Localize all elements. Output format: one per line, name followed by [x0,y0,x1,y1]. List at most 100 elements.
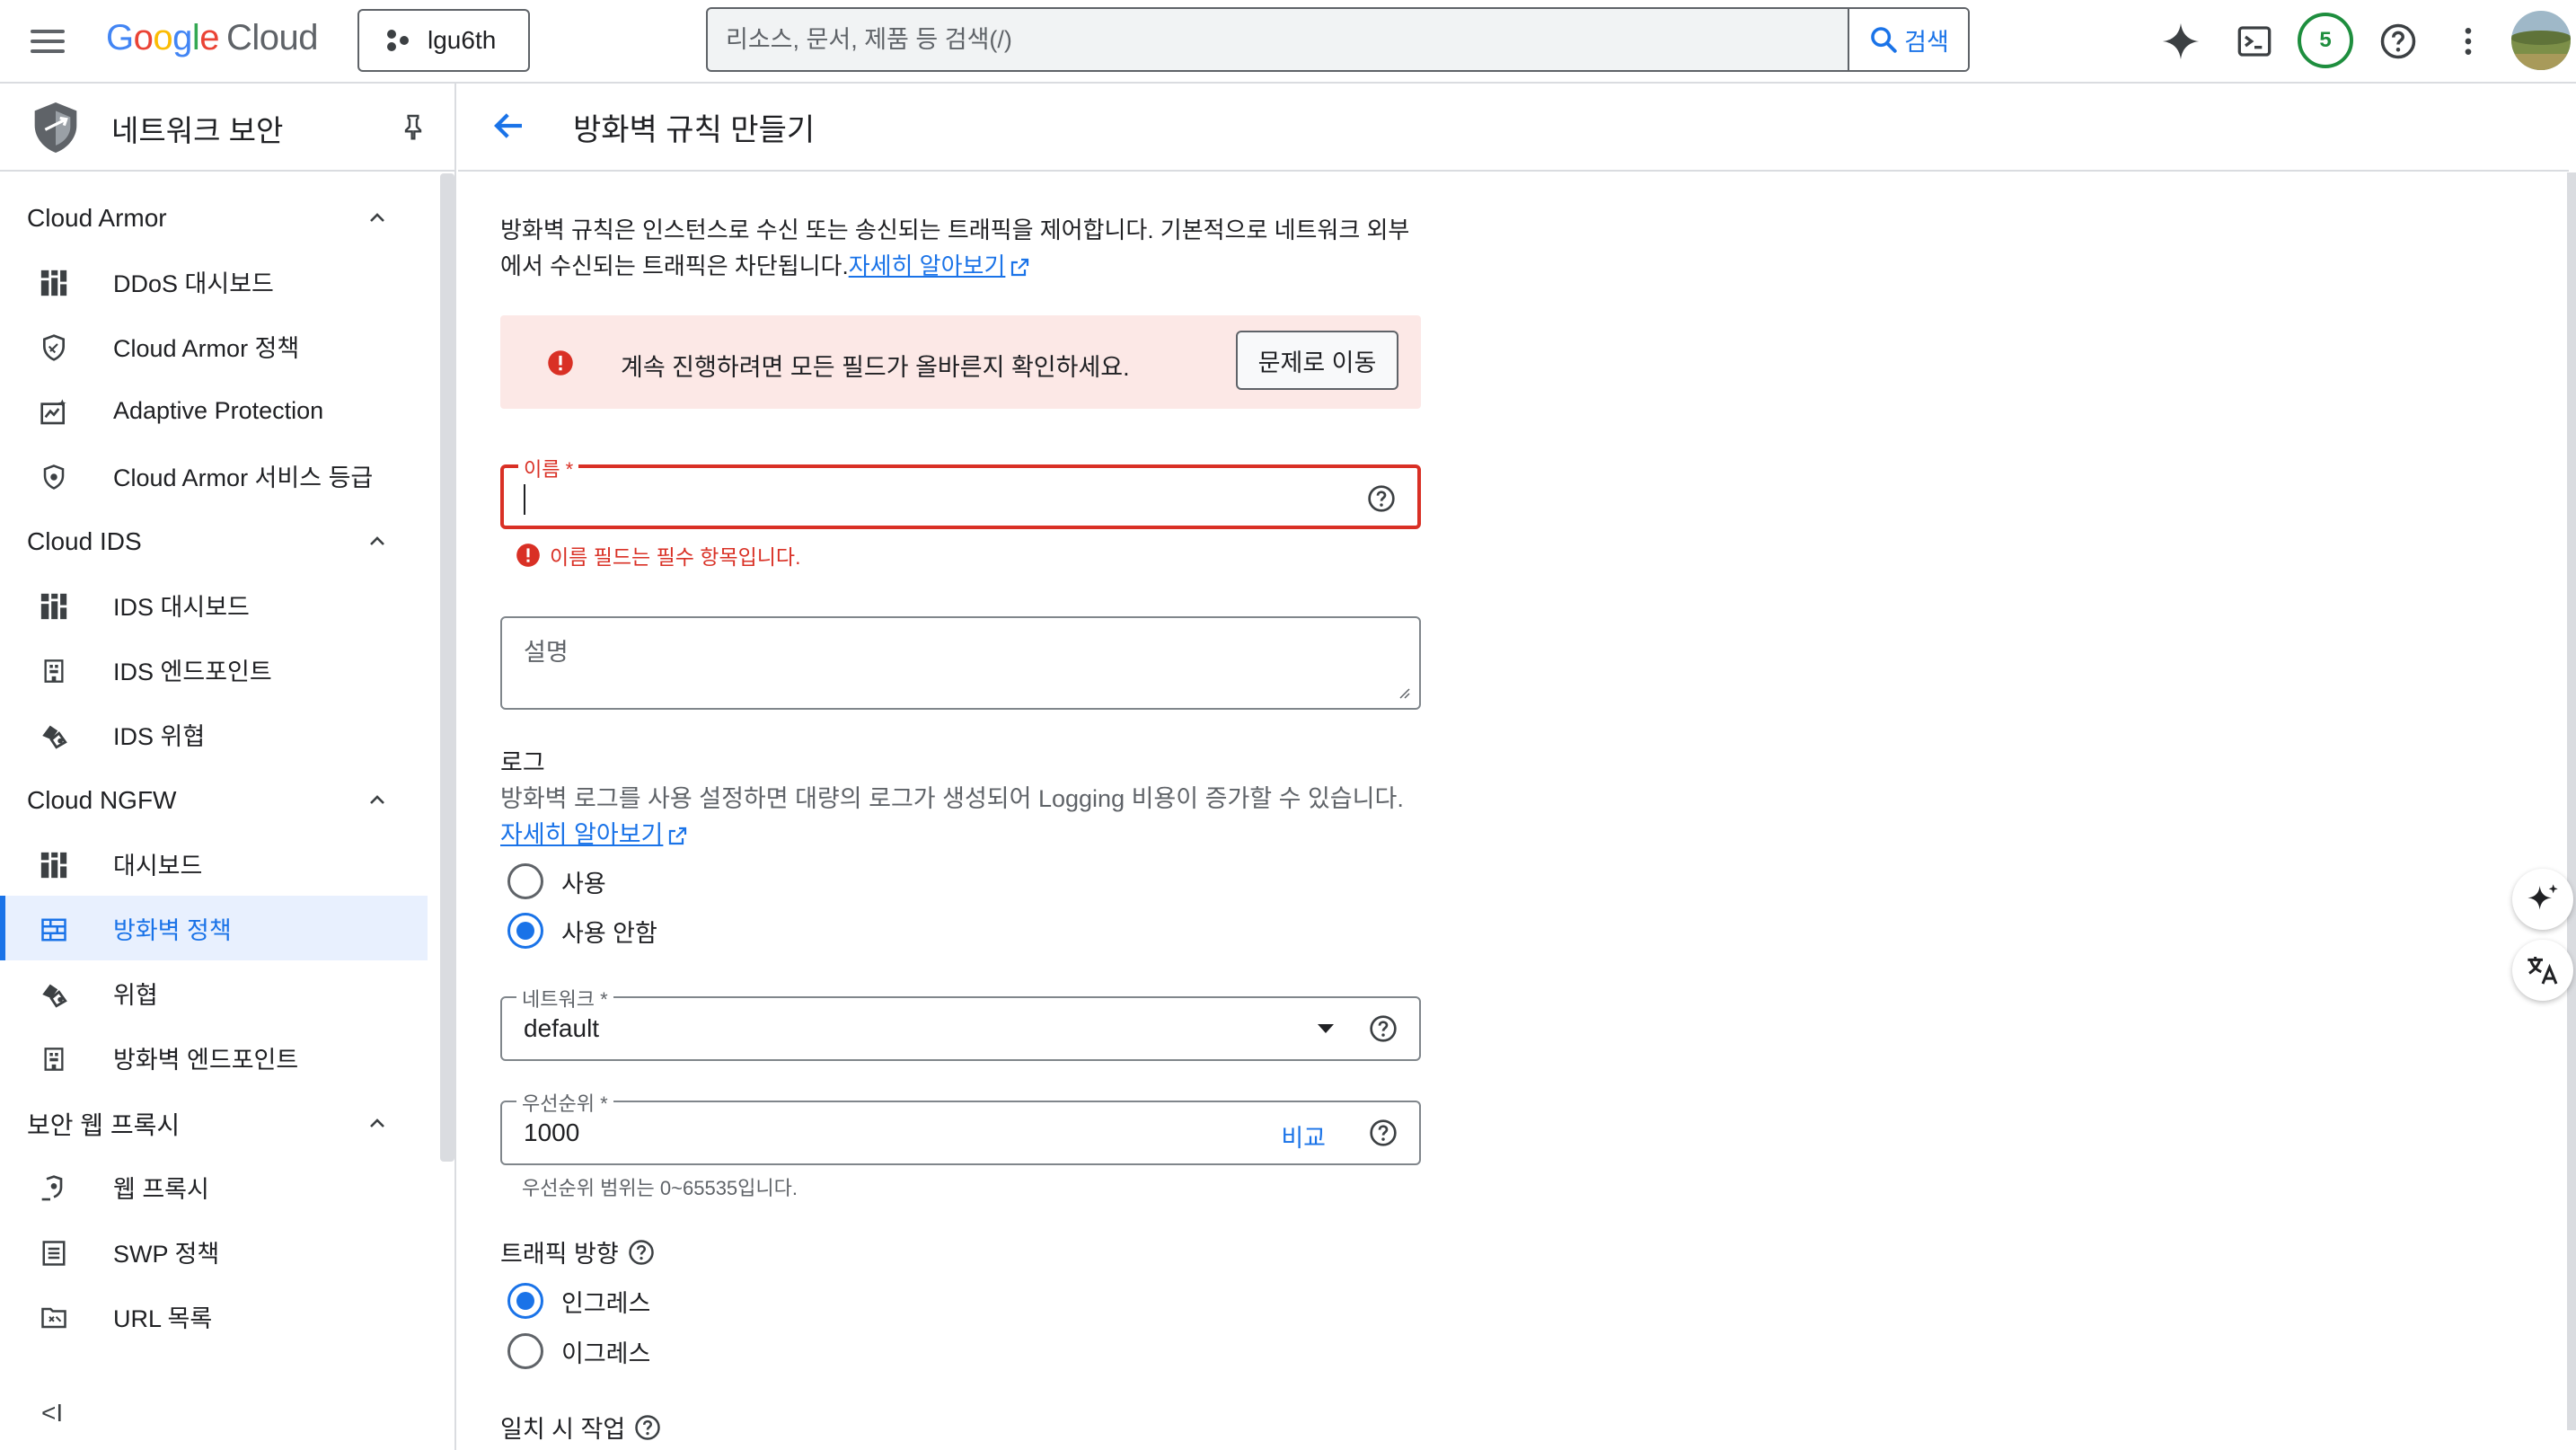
resize-handle-icon[interactable] [1396,685,1410,699]
logs-heading: 로그 [500,749,545,776]
ingress-radio[interactable]: 인그레스 [507,1283,650,1319]
sidebar-item-web-proxy[interactable]: 웹 프록시 [0,1154,428,1219]
sidebar-title: 네트워크 보안 [111,114,284,147]
notifications-badge[interactable]: 5 [2298,13,2353,68]
more-vert-icon[interactable] [2447,20,2490,63]
section-cloud-ngfw[interactable]: Cloud NGFW [0,774,422,827]
sidebar-header: 네트워크 보안 [0,84,454,172]
section-cloud-armor[interactable]: Cloud Armor [0,191,422,245]
help-icon[interactable] [628,1239,655,1266]
tier-icon [38,461,70,493]
translate-icon[interactable] [2512,940,2573,1001]
back-arrow-icon[interactable] [490,107,528,145]
proxy-icon [38,1172,70,1205]
chevron-up-icon [370,795,384,804]
main-scrollbar[interactable] [2567,172,2576,1430]
page-header: 방화벽 규칙 만들기 [458,84,2569,172]
project-picker-button[interactable]: lgu6th [357,9,530,72]
sidebar-item-adaptive-protection[interactable]: Adaptive Protection [0,378,428,443]
dashboard-icon [38,590,70,623]
text-cursor [524,484,525,515]
sidebar: 네트워크 보안 Cloud Armor DDoS 대시보드 Cloud Armo… [0,84,456,1450]
go-to-issue-button[interactable]: 문제로 이동 [1236,331,1398,390]
network-label: 네트워크 * [516,984,613,1012]
help-icon[interactable] [1367,484,1396,513]
logs-description: 방화벽 로그를 사용 설정하면 대량의 로그가 생성되어 Logging 비용이… [500,785,1404,848]
priority-value: 1000 [524,1118,580,1146]
sidebar-item-ids-dashboard[interactable]: IDS 대시보드 [0,572,428,637]
network-select[interactable]: 네트워크 * default [500,984,1421,1061]
sidebar-item-threats[interactable]: 위협 [0,960,428,1025]
dropdown-icon [1318,1024,1334,1033]
external-link-icon [669,827,687,844]
sidebar-item-firewall-policies[interactable]: 방화벽 정책 [0,896,428,960]
help-icon[interactable] [1369,1118,1398,1147]
error-icon [548,350,573,376]
sidebar-item-ids-endpoints[interactable]: IDS 엔드포인트 [0,637,428,702]
network-security-icon [34,102,77,153]
learn-more-link[interactable]: 자세히 알아보기 [849,252,1031,279]
endpoint-icon [38,1043,70,1075]
page-title: 방화벽 규칙 만들기 [573,113,816,147]
hamburger-menu-icon[interactable] [31,23,66,59]
threat-icon [38,978,70,1011]
validation-alert: 계속 진행하려면 모든 필드가 올바른지 확인하세요. 문제로 이동 [500,315,1421,409]
chevron-up-icon [370,536,384,545]
pin-icon[interactable] [399,111,428,143]
firewall-icon [38,914,70,946]
traffic-direction-heading: 트래픽 방향 [500,1234,655,1269]
cloud-shell-icon[interactable] [2233,20,2276,63]
help-icon[interactable] [2377,20,2420,63]
google-cloud-logo[interactable]: Google Cloud [106,18,319,58]
sidebar-item-ddos-dashboard[interactable]: DDoS 대시보드 [0,249,428,314]
policy-icon [38,332,70,364]
sidebar-item-ids-threats[interactable]: IDS 위협 [0,702,428,766]
section-secure-web-proxy[interactable]: 보안 웹 프록시 [0,1097,422,1151]
egress-radio[interactable]: 이그레스 [507,1333,650,1369]
dashboard-icon [38,267,70,299]
dashboard-icon [38,849,70,881]
avatar[interactable] [2511,11,2571,70]
radio-circle [507,913,543,949]
priority-hint: 우선순위 범위는 0~65535입니다. [522,1177,798,1199]
sidebar-item-swp-policies[interactable]: SWP 정책 [0,1219,428,1284]
description-placeholder: 설명 [524,639,569,666]
external-link-icon [1011,259,1029,277]
sidebar-item-service-tier[interactable]: Cloud Armor 서비스 등급 [0,443,428,508]
network-value: default [524,1014,600,1042]
error-icon [516,544,540,567]
compare-button[interactable]: 비교 [1281,1118,1326,1154]
sidebar-item-firewall-endpoints[interactable]: 방화벽 엔드포인트 [0,1025,428,1090]
project-name: lgu6th [428,26,497,54]
search-button[interactable]: 검색 [1848,9,1968,70]
logs-on-radio[interactable]: 사용 [507,863,606,899]
priority-label: 우선순위 * [516,1088,613,1117]
priority-field[interactable]: 우선순위 * 1000 비교 [500,1088,1421,1165]
description-textarea[interactable]: 설명 [500,616,1421,710]
name-field-label: 이름 * [518,454,579,482]
url-icon [38,1302,70,1334]
name-field[interactable]: 이름 * [500,454,1421,529]
sidebar-item-url-lists[interactable]: URL 목록 [0,1284,428,1348]
alert-message: 계속 진행하려면 모든 필드가 올바른지 확인하세요. [621,354,1130,381]
project-icon [387,30,409,51]
chevron-up-icon [370,1118,384,1127]
radio-circle [507,863,543,899]
sidebar-item-dashboard[interactable]: 대시보드 [0,831,428,896]
logs-learn-more-link[interactable]: 자세히 알아보기 [500,821,688,848]
help-icon[interactable] [1369,1014,1398,1043]
search-bar: 검색 [706,7,1970,72]
collapse-sidebar-button[interactable]: <I [41,1399,63,1428]
threat-icon [38,720,70,752]
help-icon[interactable] [634,1414,661,1441]
adaptive-icon [38,396,70,429]
sidebar-item-cloud-armor-policy[interactable]: Cloud Armor 정책 [0,314,428,378]
sidebar-scrollbar[interactable] [440,173,454,1162]
section-cloud-ids[interactable]: Cloud IDS [0,515,422,569]
gemini-icon[interactable] [2159,20,2202,63]
radio-circle [507,1283,543,1319]
search-input[interactable] [726,22,1822,57]
action-on-match-heading: 일치 시 작업 [500,1410,661,1445]
sparkle-icon[interactable] [2512,869,2573,930]
logs-off-radio[interactable]: 사용 안함 [507,913,657,949]
